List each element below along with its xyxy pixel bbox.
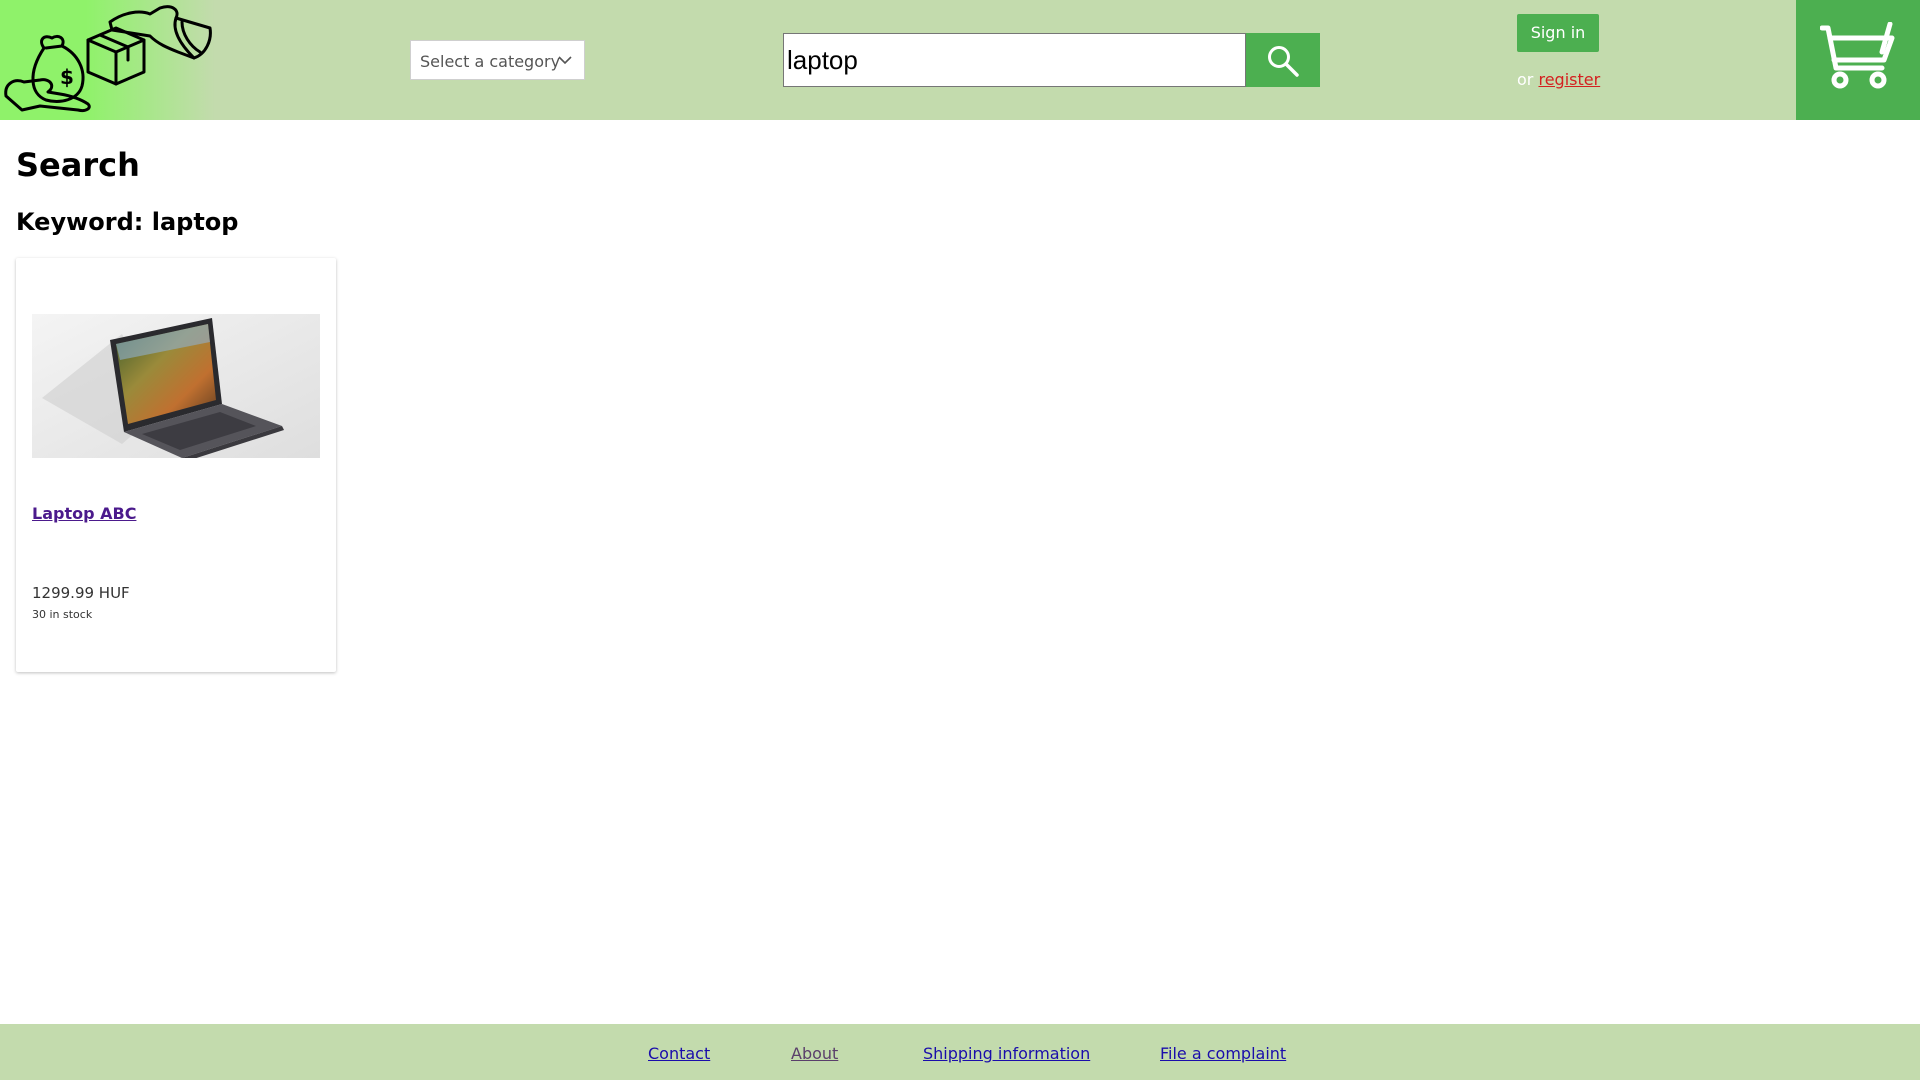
product-stock: 30 in stock <box>32 608 93 621</box>
sign-in-button[interactable]: Sign in <box>1517 14 1599 52</box>
site-logo[interactable]: $ <box>0 0 215 120</box>
search-input[interactable] <box>783 33 1246 87</box>
or-text: or <box>1517 70 1534 89</box>
category-select-value: Select a category <box>420 52 561 71</box>
page-title: Search <box>16 146 140 184</box>
category-select[interactable]: Select a category <box>410 40 585 80</box>
product-image[interactable] <box>32 314 320 458</box>
site-footer: Contact About Shipping information File … <box>0 1024 1920 1080</box>
search-button[interactable] <box>1246 33 1320 87</box>
product-price: 1299.99 HUF <box>32 584 130 602</box>
footer-link-contact[interactable]: Contact <box>648 1044 710 1063</box>
register-link[interactable]: register <box>1538 70 1600 89</box>
search-keyword-heading: Keyword: laptop <box>16 208 239 236</box>
shopping-cart-icon <box>1820 22 1895 89</box>
register-line: or register <box>1517 70 1600 89</box>
product-name-link[interactable]: Laptop ABC <box>32 504 136 523</box>
product-card: Laptop ABC 1299.99 HUF 30 in stock <box>16 258 336 672</box>
search-icon <box>1268 46 1299 77</box>
footer-link-about[interactable]: About <box>791 1044 838 1063</box>
money-bag-box-hands-logo-icon: $ <box>4 5 212 112</box>
chevron-down-icon <box>558 56 572 65</box>
site-header: $ Select a category Sign in or register <box>0 0 1920 120</box>
svg-text:$: $ <box>60 65 74 89</box>
cart-button[interactable] <box>1796 0 1920 120</box>
footer-link-shipping-information[interactable]: Shipping information <box>923 1044 1090 1063</box>
footer-link-file-a-complaint[interactable]: File a complaint <box>1160 1044 1286 1063</box>
laptop-photo-icon <box>32 314 320 458</box>
